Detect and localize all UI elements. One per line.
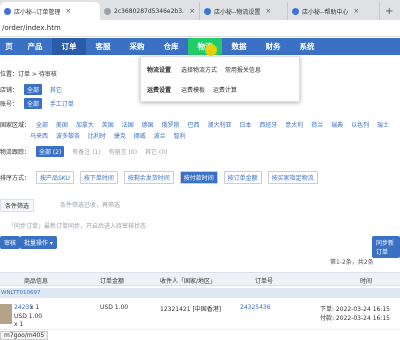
filter-option[interactable]: 手工订单 xyxy=(50,99,74,108)
filter-option[interactable]: 波兰 xyxy=(154,131,166,140)
sort-button[interactable]: 按剩余发货时间 xyxy=(123,171,174,184)
audit-button[interactable]: 审核 xyxy=(0,236,21,249)
sort-button[interactable]: 按产品SKU xyxy=(35,171,74,184)
col-header: 订单金额 xyxy=(100,278,125,285)
filter-option[interactable]: 全部 (2) xyxy=(35,146,65,157)
breadcrumb: 位置：订单 > 待审核 xyxy=(0,71,57,78)
filter-option[interactable]: 荷兰 xyxy=(311,120,323,129)
recipient: 12321421 [中国香港] xyxy=(160,306,222,313)
order-time: 下单: 2022-03-24 16:15 xyxy=(320,306,390,313)
filter-option[interactable]: 西班牙 xyxy=(259,120,277,129)
dropdown-link[interactable]: 运费模板 xyxy=(181,87,205,94)
sort-button[interactable]: 按买家指定物流 xyxy=(267,171,318,184)
main-nav: 页 产品 订单 客服 采购 仓库 物流 数据 财务 系统 xyxy=(0,38,400,55)
nav-item-finance[interactable]: 财务 xyxy=(256,38,290,55)
filter-option[interactable]: 法国 xyxy=(122,120,134,129)
filter-tip: 条件筛选已收，再筛选 xyxy=(60,202,121,209)
filter-option[interactable]: 德国 xyxy=(142,120,154,129)
nav-item-warehouse[interactable]: 仓库 xyxy=(154,38,188,55)
product-thumbnail xyxy=(0,304,12,324)
filter-option[interactable]: 瑞典 xyxy=(331,120,343,129)
dropdown-link[interactable]: 选择物流方式 xyxy=(181,67,217,74)
tab-filter[interactable]: 条件筛选 xyxy=(0,199,35,212)
filter-option[interactable]: 日本 xyxy=(239,120,251,129)
filter-option[interactable]: 全部 xyxy=(36,120,48,129)
order-number-link[interactable]: 24325436 xyxy=(240,304,271,311)
col-header: 订单号 xyxy=(255,278,274,285)
filter-option[interactable]: 全部 xyxy=(23,98,42,109)
filter-option[interactable]: 澳大利亚 xyxy=(207,120,231,129)
col-header: 商品信息 xyxy=(24,278,49,285)
col-header: 收件人「国家/地区」 xyxy=(160,278,217,285)
status-url: m7goo/m405 xyxy=(0,331,49,340)
favicon-icon xyxy=(292,7,299,15)
filter-option[interactable]: 挪威 xyxy=(134,131,146,140)
sync-orders-button[interactable]: 同步新订单 xyxy=(372,236,400,258)
filter-option[interactable]: 比利时 xyxy=(88,131,106,140)
filter-store-row: 店铺： 全部 其它 xyxy=(0,84,68,95)
dropdown-link[interactable]: 运费计算 xyxy=(213,87,237,94)
close-icon[interactable]: × xyxy=(265,7,271,15)
close-icon[interactable]: × xyxy=(65,7,71,15)
sort-button[interactable]: 按订单金额 xyxy=(223,171,262,184)
address-bar[interactable]: /order/index.htm xyxy=(0,20,400,37)
order-group-row[interactable]: WNLTT010697 xyxy=(0,288,400,298)
sort-row: 排序方式： 按产品SKU 按下单时间 按剩余发货时间 按付款时间 按订单金额 按… xyxy=(0,171,322,184)
pager: 第1-2条，共2条 xyxy=(330,259,374,266)
pay-time: 付款: 2022-03-24 16:15 xyxy=(320,315,390,322)
sync-tip: 「同步订单」最新订单同步，开启后进入待审核状态 xyxy=(8,223,147,230)
browser-tab[interactable]: 店小秘--物流设置 × xyxy=(200,2,288,20)
close-icon[interactable]: × xyxy=(189,7,195,15)
sort-button[interactable]: 按付款时间 xyxy=(179,171,218,184)
browser-tab[interactable]: 2c3680287d5346e2b3… × xyxy=(100,2,200,20)
batch-operation-button[interactable]: 批量操作 ▾ xyxy=(20,236,57,249)
logistics-dropdown: 物流设置 选择物流方式 常用报关信息 运费设置 运费模板 运费计算 xyxy=(140,56,300,102)
filter-option[interactable]: 智利 xyxy=(174,131,186,140)
table-header: 商品信息 订单金额 收件人「国家/地区」 订单号 时间 xyxy=(0,272,400,286)
close-icon[interactable]: × xyxy=(353,7,359,15)
filter-option[interactable]: 有留言 (0) xyxy=(109,147,137,156)
url-text: /order/index.htm xyxy=(2,24,61,32)
filter-option[interactable]: 巴西 xyxy=(188,120,200,129)
filter-option[interactable]: 有备注 (1) xyxy=(72,147,100,156)
filter-option[interactable]: 美国 xyxy=(56,120,68,129)
filter-option[interactable]: 英国 xyxy=(102,120,114,129)
filter-country-row-2: 马来西 波多黎各 比利时 捷克 挪威 波兰 智利 xyxy=(30,131,192,140)
favicon-icon xyxy=(104,7,111,15)
filter-option[interactable]: 波多黎各 xyxy=(56,131,80,140)
filter-option[interactable]: 加拿大 xyxy=(76,120,94,129)
browser-tab[interactable]: 店小秘--订单管理 × xyxy=(0,2,100,20)
filter-option[interactable]: 马来西 xyxy=(30,131,48,140)
filter-option[interactable]: 瑞士 xyxy=(377,120,389,129)
filter-option[interactable]: 意大利 xyxy=(285,120,303,129)
nav-item-service[interactable]: 客服 xyxy=(86,38,120,55)
filter-track-row: 物流跟踪： 全部 (2) 有备注 (1) 有留言 (0) 其它 (0) xyxy=(0,146,173,157)
table-row[interactable]: 24235 x 1 USD 1.00 x 1 USD 1.00 12321421… xyxy=(0,300,400,330)
cursor-highlight-icon xyxy=(205,44,217,56)
new-tab-button[interactable]: + xyxy=(380,2,398,20)
browser-tab[interactable]: 店小秘--帮助中心 × xyxy=(288,2,380,20)
nav-item-products[interactable]: 产品 xyxy=(18,38,52,55)
nav-item-data[interactable]: 数据 xyxy=(222,38,256,55)
filter-option[interactable]: 以色列 xyxy=(351,120,369,129)
favicon-icon xyxy=(204,7,211,15)
filter-option[interactable]: 捷克 xyxy=(114,131,126,140)
nav-item-home[interactable]: 页 xyxy=(0,38,18,55)
filter-option[interactable]: 全部 xyxy=(23,84,42,95)
sort-button[interactable]: 按下单时间 xyxy=(79,171,118,184)
col-header: 时间 xyxy=(360,278,373,285)
filter-option[interactable]: 其它 (0) xyxy=(145,147,167,156)
nav-item-system[interactable]: 系统 xyxy=(290,38,324,55)
filter-country-row: 国家区域： 全部 美国 加拿大 英国 法国 德国 俄罗斯 巴西 澳大利亚 日本 … xyxy=(0,120,390,129)
dropdown-link[interactable]: 常用报关信息 xyxy=(225,67,261,74)
nav-item-purchase[interactable]: 采购 xyxy=(120,38,154,55)
favicon-icon xyxy=(4,7,11,15)
nav-item-orders[interactable]: 订单 xyxy=(52,38,86,55)
filter-option[interactable]: 俄罗斯 xyxy=(162,120,180,129)
browser-tab-bar: 店小秘--订单管理 × 2c3680287d5346e2b3… × 店小秘--物… xyxy=(0,0,400,20)
filter-platform-row: 账号： 全部 手工订单 xyxy=(0,98,80,109)
order-amount: USD 1.00 xyxy=(100,304,129,311)
filter-option[interactable]: 其它 xyxy=(50,85,62,94)
